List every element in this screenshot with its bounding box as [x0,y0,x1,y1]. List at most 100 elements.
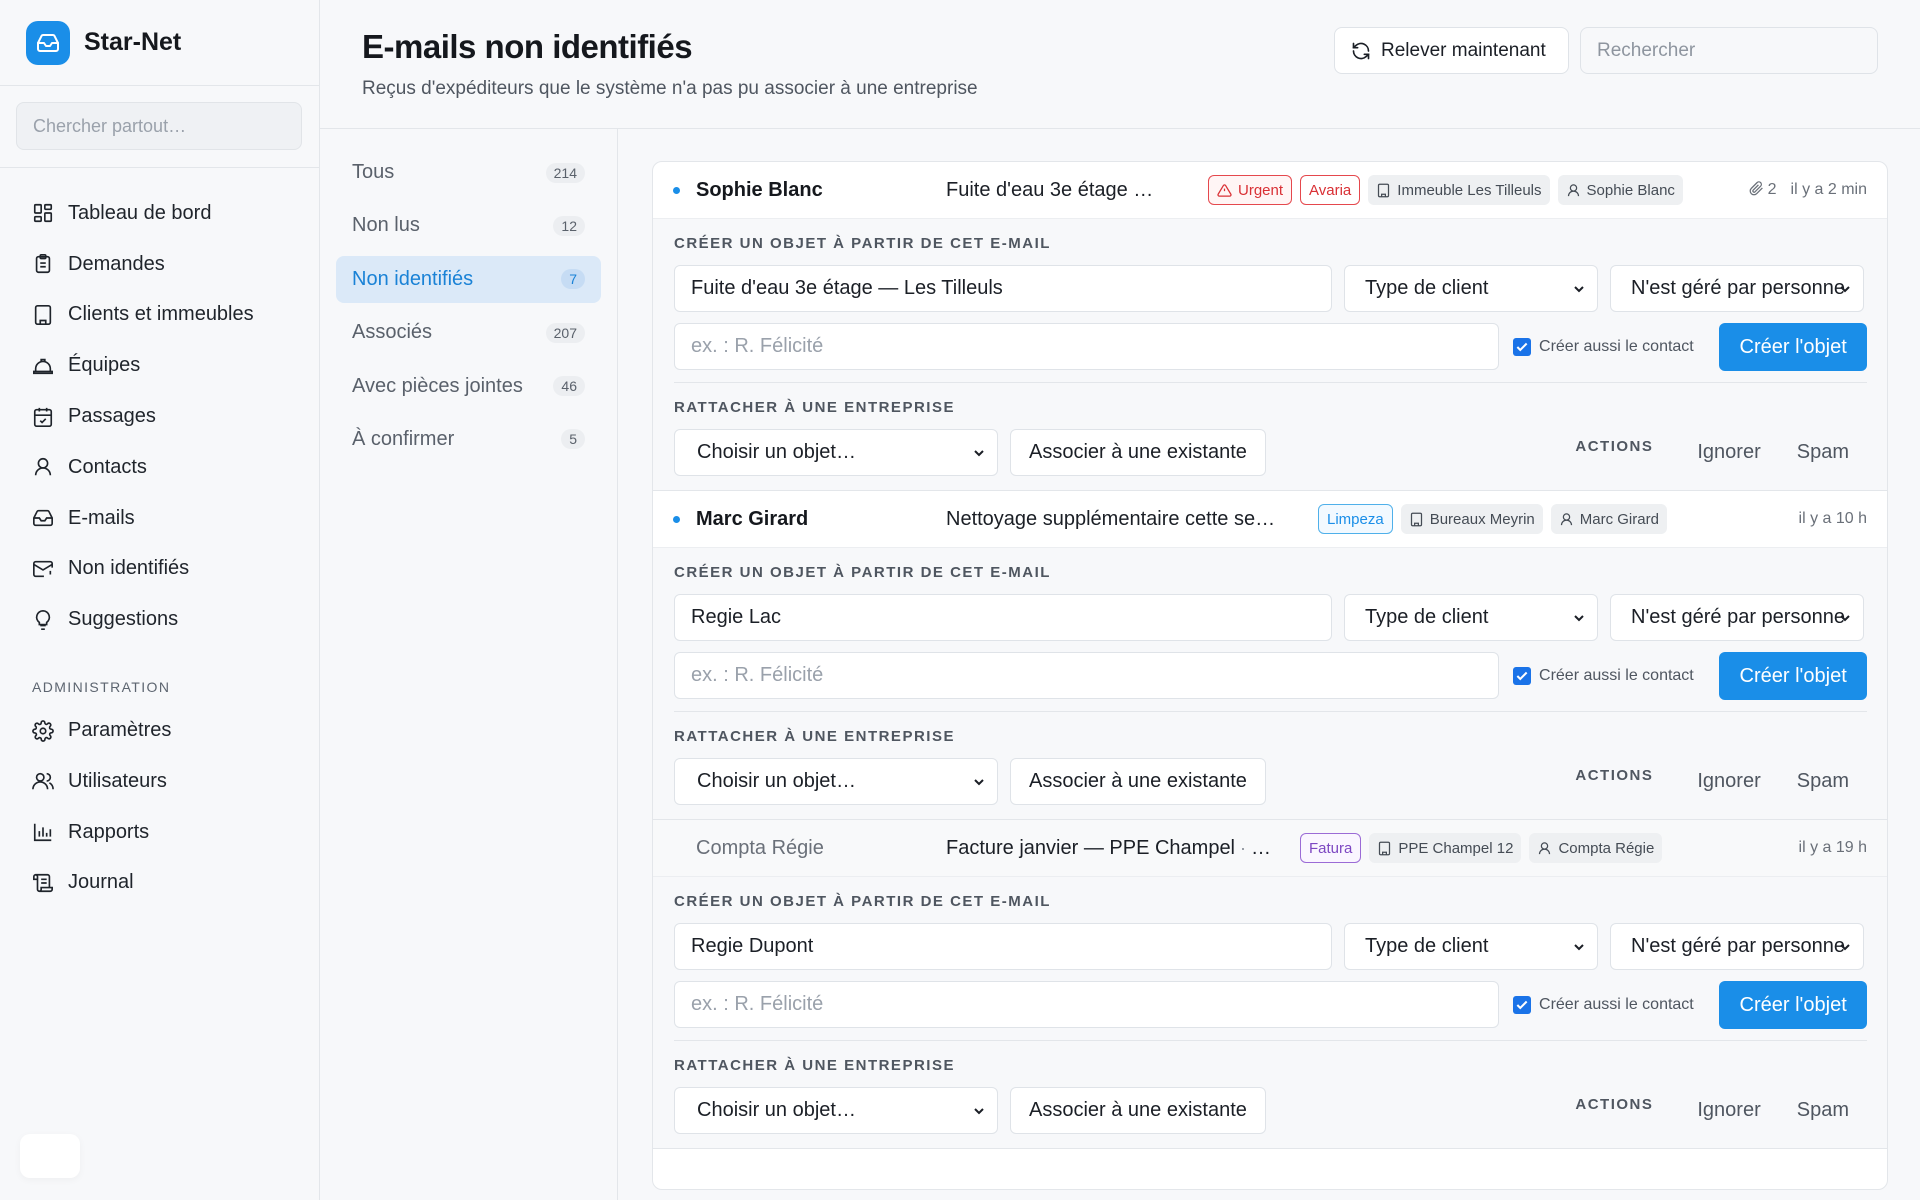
email-row[interactable]: Sophie Blanc Fuite d'eau 3e étage … Urge… [653,162,1887,219]
nav-item-suggestions[interactable]: Suggestions [0,594,319,645]
email-row[interactable]: Marc Girard Nettoyage supplémentaire cet… [653,491,1887,548]
global-search-input[interactable] [16,102,302,150]
refresh-button[interactable]: Relever maintenant [1334,27,1569,74]
email-row[interactable]: Compta Régie Facture janvier — PPE Champ… [653,820,1887,877]
object-select[interactable]: Choisir un objet… [674,429,998,476]
create-contact-label: Créer aussi le contact [1539,996,1694,1013]
create-contact-option[interactable]: Créer aussi le contact [1513,652,1707,700]
lightbulb-icon [35,609,51,630]
filter-attachments[interactable]: Avec pièces jointes 46 [336,363,601,410]
tag-category[interactable]: Limpeza [1318,504,1393,534]
contact-name-input[interactable] [674,981,1500,1028]
create-object-button[interactable]: Créer l'objet [1719,652,1867,700]
attach-section-label: RATTACHER À UNE ENTREPRISE [674,1057,955,1074]
client-type-select[interactable]: Type de client [1344,265,1598,312]
email-panel: CRÉER UN OBJET À PARTIR DE CET E-MAIL Ty… [653,548,1887,820]
spam-button[interactable]: Spam [1779,441,1867,464]
create-contact-checkbox[interactable] [1513,338,1532,356]
actions-label: ACTIONS [1575,1096,1654,1113]
object-name-input[interactable] [674,594,1332,641]
attach-section-label: RATTACHER À UNE ENTREPRISE [674,399,955,416]
email-tags: Urgent Avaria Immeuble Les Tilleuls Soph… [1208,175,1683,205]
toast-placeholder [20,1134,80,1178]
filter-unread[interactable]: Non lus 12 [336,202,601,249]
nav-item-unidentified[interactable]: Non identifiés [0,544,319,595]
create-object-button[interactable]: Créer l'objet [1719,981,1867,1029]
create-contact-option[interactable]: Créer aussi le contact [1513,981,1707,1029]
manager-select[interactable]: N'est géré par personne [1610,923,1864,970]
associate-existing-button[interactable]: Associer à une existante [1010,758,1266,805]
nav-item-teams[interactable]: Équipes [0,340,319,391]
nav-item-dashboard[interactable]: Tableau de bord [0,188,319,239]
email-list: Sophie Blanc Fuite d'eau 3e étage … Urge… [652,161,1888,1190]
contact-name-input[interactable] [674,323,1500,370]
tag-category[interactable]: Avaria [1300,175,1361,205]
tag-building[interactable]: PPE Champel 12 [1369,833,1522,863]
nav-item-label: Passages [68,405,156,428]
ignore-button[interactable]: Ignorer [1679,770,1778,793]
manager-select[interactable]: N'est géré par personne [1610,265,1864,312]
filter-all[interactable]: Tous 214 [336,149,601,196]
tag-building[interactable]: Immeuble Les Tilleuls [1368,175,1550,205]
filter-label: Non lus [352,214,420,237]
object-name-input[interactable] [674,265,1332,312]
object-name-input[interactable] [674,923,1332,970]
chevron-down-icon [1574,944,1584,951]
tag-category[interactable]: Fatura [1300,833,1362,863]
email-row-partial[interactable] [653,1149,1887,1189]
email-sender: Compta Régie [696,836,824,859]
attach-row: Choisir un objet… Associer à une existan… [674,758,1867,819]
email-subject-text: Facture janvier — PPE Champel [946,836,1236,859]
select-value: Type de client [1365,606,1489,628]
filter-to-confirm[interactable]: À confirmer 5 [336,416,601,463]
manager-select[interactable]: N'est géré par personne [1610,594,1864,641]
chevron-down-icon [1840,286,1850,293]
tag-building[interactable]: Bureaux Meyrin [1400,504,1543,534]
create-contact-label: Créer aussi le contact [1539,338,1694,355]
associate-existing-button[interactable]: Associer à une existante [1010,429,1266,476]
brand-name: Star-Net [84,28,182,56]
refresh-label: Relever maintenant [1381,39,1546,61]
contact-name-input[interactable] [674,652,1500,699]
nav-item-journal[interactable]: Journal [0,858,319,909]
object-select[interactable]: Choisir un objet… [674,1087,998,1134]
filter-associated[interactable]: Associés 207 [336,309,601,356]
nav-item-reports[interactable]: Rapports [0,807,319,858]
search-input[interactable] [1580,27,1878,74]
client-type-select[interactable]: Type de client [1344,923,1598,970]
nav-item-settings[interactable]: Paramètres [0,705,319,756]
user-icon [1539,841,1551,854]
client-type-select[interactable]: Type de client [1344,594,1598,641]
brand[interactable]: Star-Net [0,0,319,86]
tag-urgent[interactable]: Urgent [1208,175,1293,205]
spam-button[interactable]: Spam [1779,1099,1867,1122]
nav-item-contacts[interactable]: Contacts [0,442,319,493]
ignore-button[interactable]: Ignorer [1679,441,1778,464]
object-select[interactable]: Choisir un objet… [674,758,998,805]
nav-item-label: Clients et immeubles [68,303,254,326]
filter-unidentified[interactable]: Non identifiés 7 [336,255,601,303]
create-contact-option[interactable]: Créer aussi le contact [1513,323,1707,371]
create-contact-checkbox[interactable] [1513,667,1532,685]
create-contact-checkbox[interactable] [1513,996,1532,1014]
tag-contact[interactable]: Sophie Blanc [1557,175,1683,205]
associate-existing-button[interactable]: Associer à une existante [1010,1087,1266,1134]
spam-button[interactable]: Spam [1779,770,1867,793]
nav-item-visits[interactable]: Passages [0,391,319,442]
nav-item-emails[interactable]: E-mails [0,493,319,544]
nav-item-label: Rapports [68,820,150,843]
filter-label: Avec pièces jointes [352,374,523,397]
create-row-2: Créer aussi le contact Créer l'objet [674,981,1867,1029]
nav-item-requests[interactable]: Demandes [0,239,319,290]
tag-label: Immeuble Les Tilleuls [1397,181,1542,199]
ignore-button[interactable]: Ignorer [1679,1099,1778,1122]
create-object-button[interactable]: Créer l'objet [1719,323,1867,371]
building-icon [34,304,52,325]
tag-label: Limpeza [1327,510,1384,528]
email-tags: Fatura PPE Champel 12 Compta Régie [1300,833,1663,863]
nav-item-users[interactable]: Utilisateurs [0,756,319,807]
tag-contact[interactable]: Marc Girard [1550,504,1667,534]
tag-contact[interactable]: Compta Régie [1529,833,1663,863]
nav-item-clients[interactable]: Clients et immeubles [0,290,319,341]
filter-label: À confirmer [352,427,455,450]
